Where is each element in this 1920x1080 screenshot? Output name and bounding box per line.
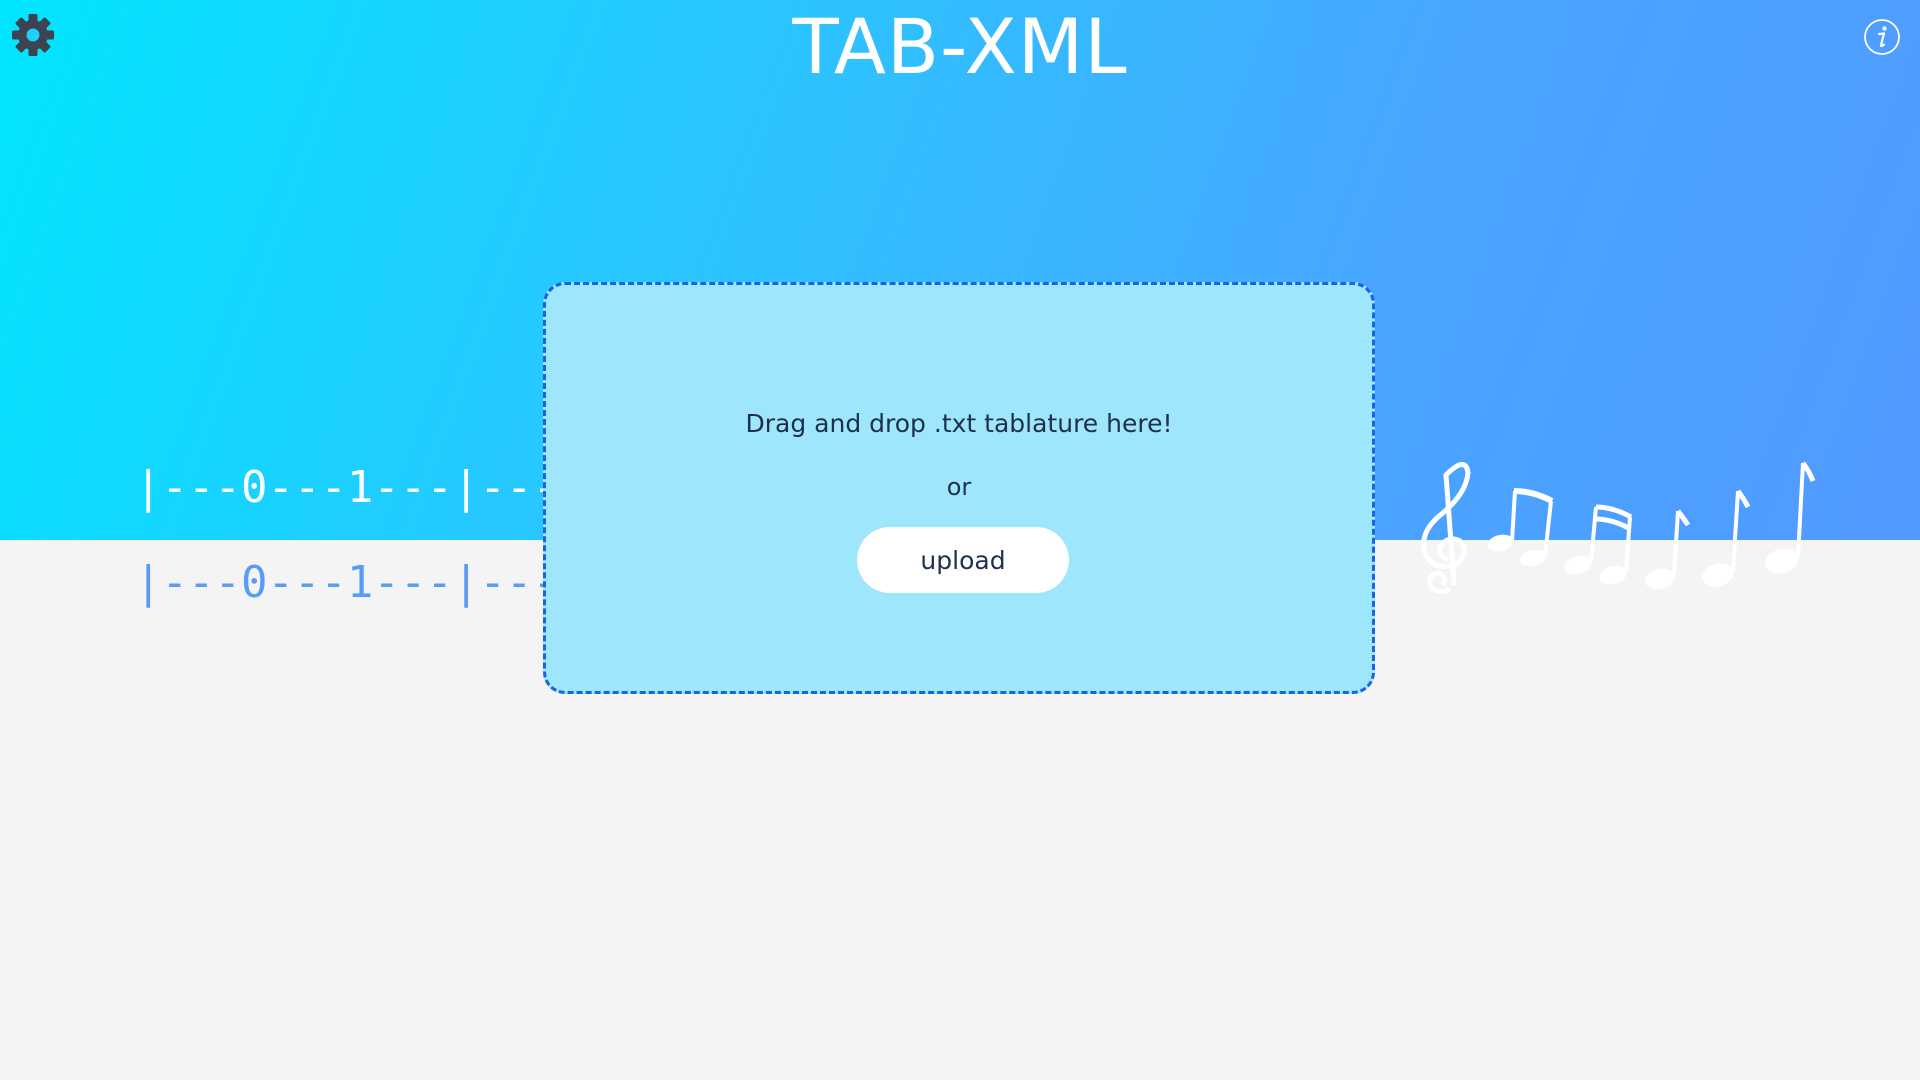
dropzone-instruction: Drag and drop .txt tablature here!	[745, 409, 1173, 438]
settings-button[interactable]	[10, 12, 56, 58]
info-button[interactable]	[1863, 18, 1901, 56]
info-icon	[1864, 19, 1900, 55]
app-title: TAB-XML	[792, 2, 1128, 91]
dropzone-or-text: or	[946, 473, 972, 501]
music-notes-icon	[1421, 461, 1816, 595]
file-dropzone[interactable]: Drag and drop .txt tablature here! or up…	[543, 282, 1375, 694]
upload-button[interactable]: upload	[857, 527, 1069, 593]
gear-icon	[12, 14, 54, 56]
